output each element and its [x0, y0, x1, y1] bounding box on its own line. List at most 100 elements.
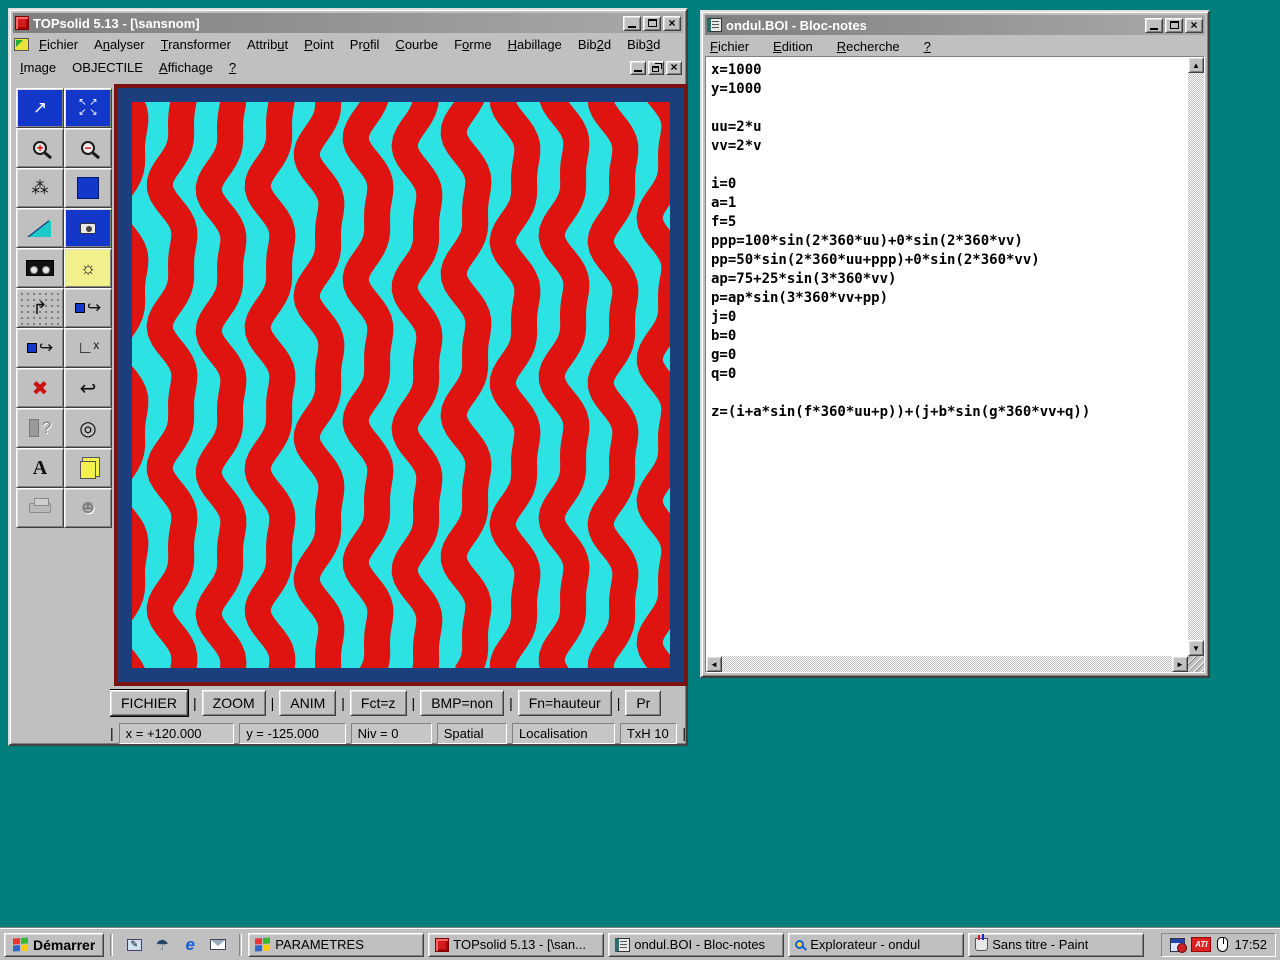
shading-button[interactable] [16, 208, 64, 248]
menu-transformer[interactable]: Transformer [153, 34, 239, 55]
notepad-app-icon [707, 18, 722, 32]
envelope-icon [210, 939, 226, 950]
copy-pages-button[interactable] [64, 448, 112, 488]
show-desktop-icon[interactable]: ✎ [123, 934, 145, 956]
printer-icon [29, 503, 51, 513]
move-copy-button[interactable]: ↪ [64, 288, 112, 328]
child-minimize-icon [634, 70, 642, 72]
multi-view-button[interactable]: ⁂ [16, 168, 64, 208]
delete-button[interactable]: ✖ [16, 368, 64, 408]
move-paste-button[interactable]: ↪ [16, 328, 64, 368]
menu-courbe[interactable]: Courbe [387, 34, 446, 55]
person-button[interactable]: ☻ [64, 488, 112, 528]
notepad-close-button[interactable]: × [1185, 18, 1203, 33]
light-button[interactable]: ☼ [64, 248, 112, 288]
outlook-express-icon[interactable] [207, 934, 229, 956]
child-minimize-button[interactable] [630, 61, 646, 75]
vertical-scrollbar[interactable]: ▲ ▼ [1188, 57, 1204, 656]
scroll-up-button[interactable]: ▲ [1188, 57, 1204, 73]
scroll-right-button[interactable]: ► [1172, 656, 1188, 672]
close-button[interactable]: × [663, 16, 681, 31]
notepad-titlebar[interactable]: ondul.BOI - Bloc-notes × [705, 15, 1205, 35]
menu-image[interactable]: Image [12, 57, 64, 78]
text-button[interactable]: A [16, 448, 64, 488]
child-window-icon[interactable] [14, 38, 29, 51]
status-localisation[interactable]: Localisation [512, 723, 615, 744]
snapshot-button[interactable] [64, 208, 112, 248]
menu-habillage[interactable]: Habillage [500, 34, 570, 55]
mouse-tray-icon[interactable] [1217, 937, 1228, 952]
exit-door-button[interactable]: ? [16, 408, 64, 448]
status-x-coordinate: x = +120.000 [119, 723, 235, 744]
menu-bib3d[interactable]: Bib3d [619, 34, 668, 55]
start-button[interactable]: Démarrer [4, 933, 104, 957]
resize-grip[interactable] [1188, 656, 1204, 672]
menu-help[interactable]: ? [221, 57, 244, 78]
zoom-in-icon: + [33, 141, 47, 155]
menu-analyser[interactable]: Analyser [86, 34, 153, 55]
zoom-window-button[interactable]: ↗ [16, 88, 64, 128]
print-button[interactable] [16, 488, 64, 528]
notepad-maximize-button[interactable] [1165, 18, 1183, 33]
scroll-down-button[interactable]: ▼ [1188, 640, 1204, 656]
status-separator: | [682, 725, 686, 741]
child-restore-button[interactable] [648, 61, 664, 75]
arrow-left-icon: ◄ [710, 660, 718, 669]
task-parametres[interactable]: PARAMETRES [248, 933, 424, 957]
notepad-menu-edition[interactable]: Edition [761, 36, 825, 57]
menu-objectile[interactable]: OBJECTILE [64, 57, 151, 78]
ati-tray-icon[interactable]: ATI [1191, 937, 1211, 952]
fct-command-button[interactable]: Fct=z [350, 690, 407, 716]
notepad-text-area[interactable]: x=1000 y=1000 uu=2*u vv=2*v i=0 a=1 f=5 … [707, 58, 1187, 655]
maximize-button[interactable] [643, 16, 661, 31]
task-topsolid[interactable]: TOPsolid 5.13 - [\san... [428, 933, 604, 957]
menu-fichier[interactable]: Fichier [31, 34, 86, 55]
notepad-menu-fichier[interactable]: Fichier [706, 36, 761, 57]
undo-button[interactable]: ↩ [64, 368, 112, 408]
menu-forme[interactable]: Forme [446, 34, 500, 55]
minimize-button[interactable] [623, 16, 641, 31]
notepad-minimize-button[interactable] [1145, 18, 1163, 33]
fichier-command-button[interactable]: FICHIER [110, 690, 188, 716]
pr-command-button[interactable]: Pr [625, 690, 661, 716]
internet-explorer-icon[interactable]: e [179, 934, 201, 956]
notepad-window-title: ondul.BOI - Bloc-notes [726, 18, 867, 33]
axes-button[interactable]: ∟ˣ [64, 328, 112, 368]
task-notepad[interactable]: ondul.BOI - Bloc-notes [608, 933, 784, 957]
notepad-menu-recherche[interactable]: Recherche [825, 36, 912, 57]
wave-pattern-canvas[interactable] [132, 102, 670, 668]
child-close-button[interactable]: × [666, 61, 682, 75]
target-button[interactable]: ◎ [64, 408, 112, 448]
animation-button[interactable] [16, 248, 64, 288]
move-copy-square-icon [75, 303, 85, 313]
task-explorer[interactable]: Explorateur - ondul [788, 933, 964, 957]
status-spatial[interactable]: Spatial [437, 723, 507, 744]
zoom-in-button[interactable]: + [16, 128, 64, 168]
taskbar-clock[interactable]: 17:52 [1234, 937, 1267, 952]
menu-attribut[interactable]: Attribut [239, 34, 296, 55]
task-paint[interactable]: Sans titre - Paint [968, 933, 1144, 957]
menu-affichage[interactable]: Affichage [151, 57, 221, 78]
multi-view-icon: ⁂ [32, 178, 49, 198]
notepad-menubar: Fichier Edition Recherche ? [702, 35, 1208, 58]
topsolid-titlebar[interactable]: TOPsolid 5.13 - [\sansnom] × [13, 13, 683, 33]
bmp-command-button[interactable]: BMP=non [420, 690, 504, 716]
zoom-fit-button[interactable]: ↖↗↙↘ [64, 88, 112, 128]
fill-view-button[interactable] [64, 168, 112, 208]
status-text-height[interactable]: TxH 10 [620, 723, 678, 744]
channels-icon[interactable]: ☂ [151, 934, 173, 956]
zoom-out-button[interactable]: − [64, 128, 112, 168]
move-grid-button[interactable]: ↱ [16, 288, 64, 328]
menu-bib2d[interactable]: Bib2d [570, 34, 619, 55]
horizontal-scrollbar[interactable]: ◄ ► [706, 656, 1188, 672]
status-y-coordinate: y = -125.000 [239, 723, 345, 744]
zoom-command-button[interactable]: ZOOM [202, 690, 266, 716]
anim-command-button[interactable]: ANIM [279, 690, 336, 716]
menu-point[interactable]: Point [296, 34, 342, 55]
undo-icon: ↩ [80, 376, 97, 401]
notepad-menu-help[interactable]: ? [912, 36, 943, 57]
scroll-left-button[interactable]: ◄ [706, 656, 722, 672]
menu-profil[interactable]: Profil [342, 34, 388, 55]
fn-command-button[interactable]: Fn=hauteur [518, 690, 612, 716]
scheduler-tray-icon[interactable] [1170, 938, 1185, 952]
